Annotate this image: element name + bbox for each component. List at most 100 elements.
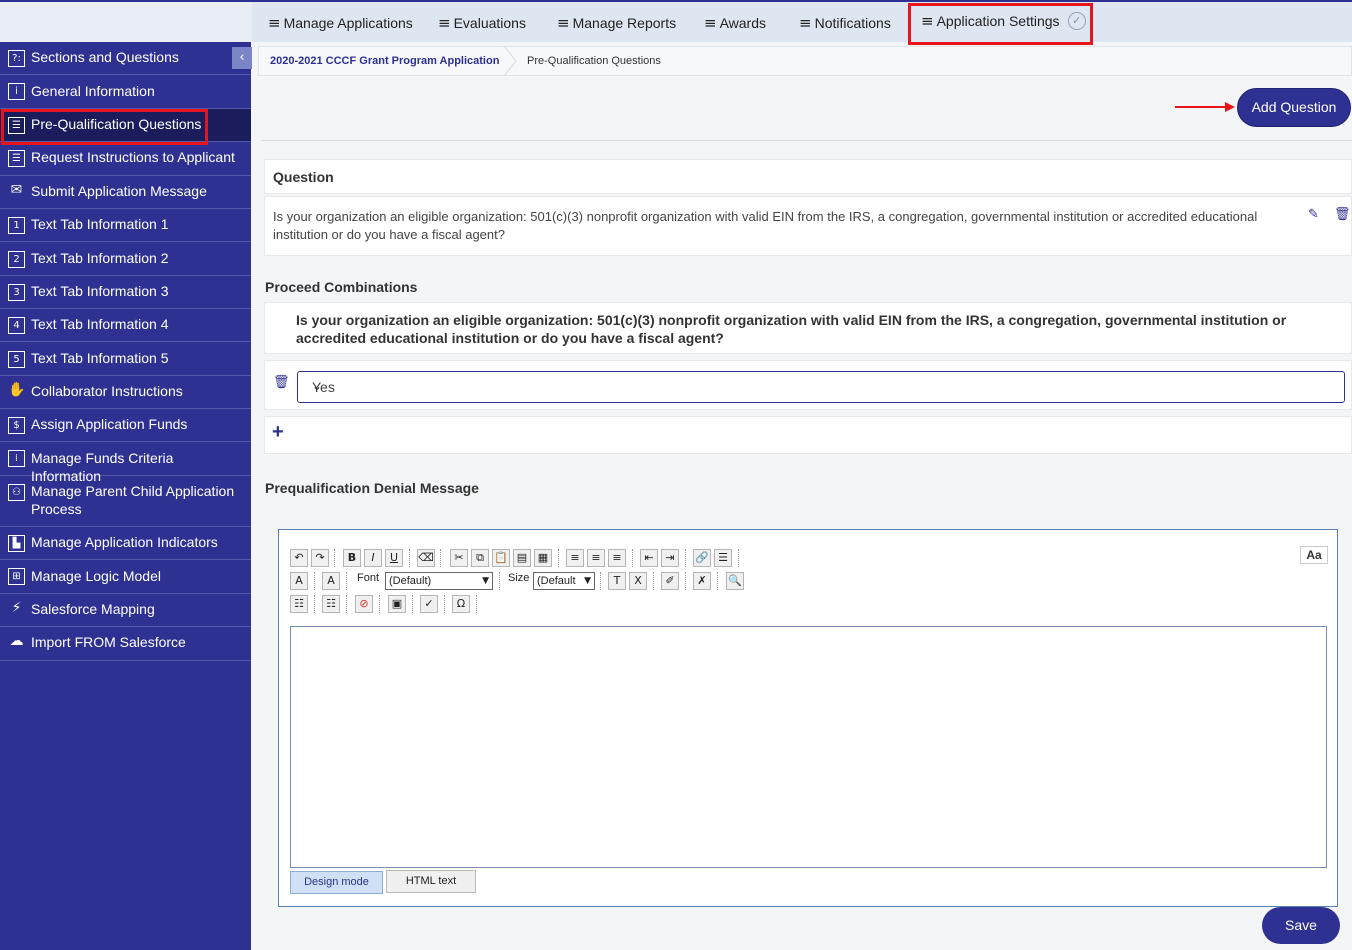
spellcheck-icon[interactable]: ✓: [420, 595, 438, 613]
denial-message-title: Prequalification Denial Message: [265, 480, 479, 496]
indicators-icon: ▙: [8, 535, 25, 552]
toolbar-separator: [314, 595, 316, 613]
size-select[interactable]: (Default ▼: [533, 572, 595, 590]
paste-icon[interactable]: 📋: [492, 549, 510, 567]
sidebar-item-request-instructions[interactable]: ☰ Request Instructions to Applicant: [0, 142, 251, 176]
undo-icon[interactable]: ↶: [290, 549, 308, 567]
italic-icon[interactable]: I: [364, 549, 382, 567]
superscript-icon[interactable]: A: [290, 572, 308, 590]
nav-notifications[interactable]: ≡ Notifications: [799, 14, 891, 32]
sidebar-item-manage-logic-model[interactable]: ⊞ Manage Logic Model: [0, 560, 251, 594]
answer-select[interactable]: Yes ⌄: [297, 371, 1345, 403]
special-character-icon[interactable]: Ω: [452, 595, 470, 613]
sidebar-item-pre-qualification-questions[interactable]: ☰ Pre-Qualification Questions: [0, 109, 251, 142]
font-select[interactable]: (Default) ▼: [385, 572, 493, 590]
copy-icon[interactable]: ⧉: [471, 549, 489, 567]
paste-text-icon[interactable]: ▤: [513, 549, 531, 567]
html-text-tab[interactable]: HTML text: [386, 870, 476, 893]
question-header-label: Question: [273, 169, 334, 185]
trash-icon[interactable]: 🗑: [1334, 207, 1351, 222]
cut-icon[interactable]: ✂: [450, 549, 468, 567]
sidebar-item-text-tab-4[interactable]: 4 Text Tab Information 4: [0, 309, 251, 342]
toolbar-separator: [440, 549, 442, 567]
text-color-icon[interactable]: T: [608, 572, 626, 590]
align-center-icon[interactable]: ≡: [587, 549, 605, 567]
remove-format-icon[interactable]: X: [629, 572, 647, 590]
proceed-question-box: Is your organization an eligible organiz…: [264, 302, 1352, 354]
menu-icon: ≡: [557, 14, 570, 32]
breadcrumb-program-link[interactable]: 2020-2021 CCCF Grant Program Application: [270, 55, 499, 67]
underline-icon[interactable]: U: [385, 549, 403, 567]
sidebar-item-general-information[interactable]: i General Information: [0, 75, 251, 109]
remove-highlight-icon[interactable]: ✗: [693, 572, 711, 590]
sidebar-item-text-tab-3[interactable]: 3 Text Tab Information 3: [0, 276, 251, 309]
remove-link-icon[interactable]: ⊘: [355, 595, 373, 613]
top-navigation: ≡ Manage Applications ≡ Evaluations ≡ Manag…: [0, 0, 1352, 42]
add-question-button[interactable]: Add Question: [1237, 88, 1351, 127]
sidebar-collapse-button[interactable]: ‹: [232, 47, 252, 69]
sidebar: ?: Sections and Questions i General Info…: [0, 42, 251, 950]
toolbar-separator: [444, 595, 446, 613]
subscript-icon[interactable]: A: [322, 572, 340, 590]
nav-application-settings[interactable]: ≡ Application Settings ✓: [921, 12, 1086, 30]
horizontal-rule-icon[interactable]: ☰: [714, 549, 732, 567]
sidebar-item-import-from-salesforce[interactable]: ☁ Import FROM Salesforce: [0, 627, 251, 661]
toolbar-separator: [653, 572, 655, 590]
link-icon[interactable]: 🔗: [693, 549, 711, 567]
menu-icon: ≡: [799, 14, 812, 32]
outdent-icon[interactable]: ⇤: [640, 549, 658, 567]
sidebar-item-text-tab-2[interactable]: 2 Text Tab Information 2: [0, 242, 251, 276]
design-mode-tab[interactable]: Design mode: [290, 871, 383, 894]
add-combination-row: +: [264, 416, 1352, 454]
cloud-icon: ☁: [9, 633, 24, 649]
bullet-list-icon[interactable]: ☷: [322, 595, 340, 613]
rich-text-editor: ↶ ↷ B I U ⌫ ✂ ⧉ 📋 ▤ ▦ ≡ ≡ ≡ ⇤ ⇥ 🔗 ☰ A A …: [278, 529, 1338, 907]
question-row: Is your organization an eligible organiz…: [264, 196, 1352, 256]
breadcrumb-separator-icon: [503, 46, 517, 76]
eraser-icon[interactable]: ⌫: [417, 549, 435, 567]
align-right-icon[interactable]: ≡: [608, 549, 626, 567]
align-left-icon[interactable]: ≡: [566, 549, 584, 567]
nav-manage-applications[interactable]: ≡ Manage Applications: [268, 14, 413, 32]
paste-word-icon[interactable]: ▦: [534, 549, 552, 567]
sidebar-item-submit-application-message[interactable]: ✉ Submit Application Message: [0, 176, 251, 209]
sidebar-item-text-tab-1[interactable]: 1 Text Tab Information 1: [0, 209, 251, 242]
answer-row: 🗑 Yes ⌄: [264, 360, 1352, 410]
tab-3-icon: 3: [8, 284, 25, 301]
breadcrumb: 2020-2021 CCCF Grant Program Application…: [258, 46, 1352, 76]
find-icon[interactable]: 🔍: [726, 572, 744, 590]
chevron-down-icon: ▼: [482, 576, 489, 586]
plus-icon[interactable]: +: [272, 421, 284, 444]
edit-icon[interactable]: ✎: [1308, 207, 1319, 222]
sidebar-item-salesforce-mapping[interactable]: ⚡ Salesforce Mapping: [0, 594, 251, 627]
bold-icon[interactable]: B: [343, 549, 361, 567]
sidebar-item-collaborator-instructions[interactable]: ✋ Collaborator Instructions: [0, 376, 251, 409]
toolbar-separator: [685, 572, 687, 590]
sidebar-item-manage-funds-criteria[interactable]: ⁞ Manage Funds Criteria Information: [0, 442, 251, 484]
indent-icon[interactable]: ⇥: [661, 549, 679, 567]
nav-awards[interactable]: ≡ Awards: [704, 14, 766, 32]
toolbar-separator: [346, 595, 348, 613]
chevron-down-icon: ▼: [584, 576, 591, 586]
sidebar-item-manage-application-indicators[interactable]: ▙ Manage Application Indicators: [0, 527, 251, 560]
tab-2-icon: 2: [8, 251, 25, 268]
sidebar-item-text-tab-5[interactable]: 5 Text Tab Information 5: [0, 342, 251, 376]
breadcrumb-current: Pre-Qualification Questions: [527, 55, 661, 67]
font-size-toggle-button[interactable]: Aa: [1300, 546, 1328, 564]
tab-4-icon: 4: [8, 317, 25, 334]
sidebar-item-manage-parent-child[interactable]: ⚇ Manage Parent Child Application Proces…: [0, 476, 251, 527]
trash-icon[interactable]: 🗑: [273, 375, 290, 390]
nav-evaluations[interactable]: ≡ Evaluations: [438, 14, 526, 32]
redo-icon[interactable]: ↷: [311, 549, 329, 567]
save-button[interactable]: Save: [1262, 907, 1340, 944]
sidebar-item-sections-and-questions[interactable]: ?: Sections and Questions: [0, 42, 251, 75]
highlight-color-icon[interactable]: ✐: [661, 572, 679, 590]
menu-icon: ≡: [921, 12, 934, 30]
list-icon: ☰: [8, 150, 25, 167]
image-icon[interactable]: ▣: [388, 595, 406, 613]
question-text: Is your organization an eligible organiz…: [273, 209, 1258, 242]
nav-manage-reports[interactable]: ≡ Manage Reports: [557, 14, 676, 32]
editor-content-area[interactable]: [290, 626, 1327, 868]
numbered-list-icon[interactable]: ☷: [290, 595, 308, 613]
sidebar-item-assign-application-funds[interactable]: $ Assign Application Funds: [0, 409, 251, 442]
